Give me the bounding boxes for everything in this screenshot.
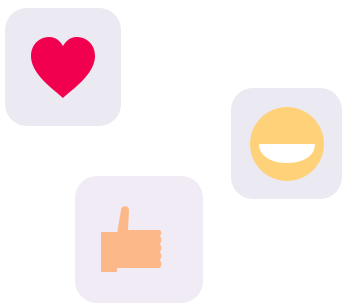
smile-reaction-button[interactable] [231, 88, 342, 199]
thumbs-up-reaction-button[interactable] [75, 176, 203, 303]
heart-icon [31, 37, 95, 98]
reaction-picker [0, 0, 342, 303]
smile-icon [249, 106, 324, 181]
heart-reaction-button[interactable] [5, 8, 121, 126]
thumbs-up-icon [101, 205, 162, 272]
